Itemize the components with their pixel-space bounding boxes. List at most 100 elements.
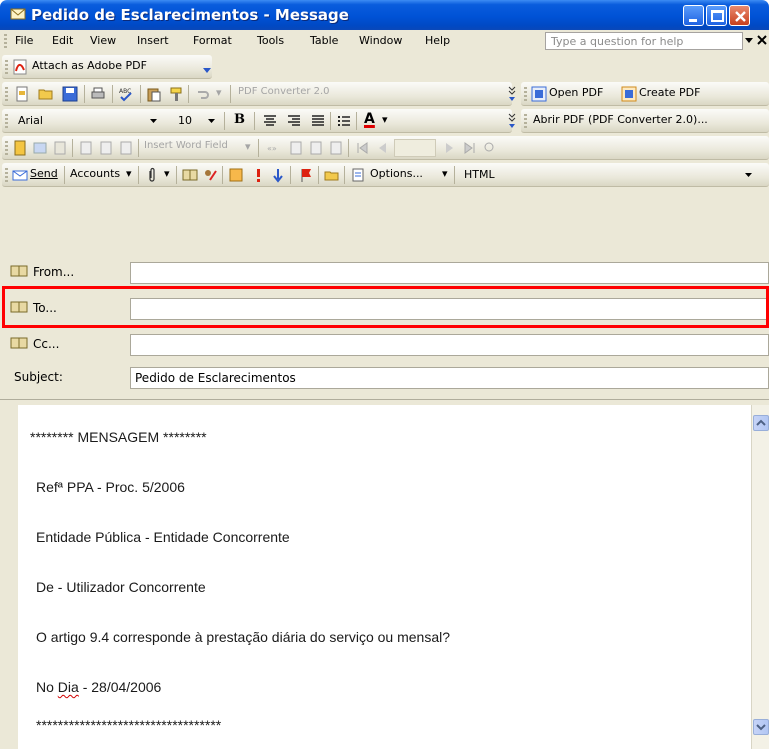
separator <box>222 166 223 184</box>
insert-address-icon[interactable] <box>78 140 94 156</box>
highlight-fields-icon[interactable] <box>288 140 304 156</box>
address-book-icon[interactable] <box>182 167 198 183</box>
chevron-down-icon[interactable] <box>742 168 755 182</box>
toolbar-grip[interactable] <box>5 87 8 101</box>
address-book-icon <box>10 265 28 277</box>
open-folder-icon[interactable] <box>38 86 54 102</box>
font-color-dropdown[interactable]: ▾ <box>382 113 388 126</box>
menu-format[interactable]: Format <box>193 34 232 47</box>
help-search-input[interactable]: Type a question for help <box>545 32 743 50</box>
previous-record-icon[interactable] <box>374 140 390 156</box>
menu-file[interactable]: File <box>15 34 33 47</box>
scroll-up-button[interactable] <box>753 415 769 431</box>
from-field[interactable] <box>130 262 769 284</box>
view-merged-icon[interactable]: «» <box>266 140 282 156</box>
maximize-button[interactable] <box>706 5 727 26</box>
cc-field[interactable] <box>130 334 769 356</box>
chevron-down-icon[interactable] <box>147 114 160 128</box>
toolbar-grip[interactable] <box>524 114 527 128</box>
toolbar-grip[interactable] <box>5 168 8 182</box>
insert-greeting-icon[interactable] <box>98 140 114 156</box>
attach-adobe-pdf-button[interactable]: Attach as Adobe PDF <box>32 59 147 72</box>
align-right-icon[interactable] <box>286 113 302 129</box>
insert-merge-icon[interactable] <box>118 140 134 156</box>
insert-word-field-button[interactable]: Insert Word Field <box>144 140 228 151</box>
last-record-icon[interactable] <box>462 140 478 156</box>
toolbar-grip[interactable] <box>5 114 8 128</box>
justify-icon[interactable] <box>310 113 326 129</box>
check-names-icon[interactable] <box>202 167 218 183</box>
print-icon[interactable] <box>90 86 106 102</box>
options-icon[interactable] <box>228 167 244 183</box>
close-document-icon[interactable] <box>757 35 767 45</box>
options-button[interactable]: Options... <box>370 167 423 180</box>
options-doc-icon[interactable] <box>350 167 366 183</box>
send-button[interactable]: Send <box>30 167 58 180</box>
match-fields-icon[interactable] <box>308 140 324 156</box>
menu-edit[interactable]: Edit <box>52 34 73 47</box>
menu-window[interactable]: Window <box>359 34 402 47</box>
align-center-icon[interactable] <box>262 113 278 129</box>
open-pdf-icon[interactable] <box>531 86 547 102</box>
bold-button[interactable]: B <box>234 112 245 127</box>
recipients-icon[interactable] <box>32 140 48 156</box>
attach-dropdown[interactable]: ▾ <box>164 167 170 180</box>
pdf-converter-button[interactable]: PDF Converter 2.0 <box>238 86 330 97</box>
paperclip-icon[interactable] <box>144 167 160 183</box>
create-pdf-icon[interactable] <box>621 86 637 102</box>
importance-low-icon[interactable] <box>270 167 286 183</box>
toolbar-options-icon[interactable] <box>203 64 211 74</box>
send-icon[interactable] <box>12 167 28 183</box>
insert-word-field-dropdown[interactable]: ▾ <box>245 140 251 153</box>
misspelled-word[interactable]: Dia <box>58 679 79 695</box>
main-document-icon[interactable] <box>12 140 28 156</box>
menu-help[interactable]: Help <box>425 34 450 47</box>
toolbar-grip[interactable] <box>5 141 8 155</box>
chevron-down-icon[interactable] <box>205 114 218 128</box>
toolbar-grip[interactable] <box>5 60 8 74</box>
insert-file-icon[interactable] <box>324 167 340 183</box>
format-painter-icon[interactable] <box>168 86 184 102</box>
font-size-combo[interactable]: 10 <box>174 112 220 130</box>
next-record-icon[interactable] <box>442 140 458 156</box>
toolbar-grip[interactable] <box>524 87 527 101</box>
bullets-icon[interactable] <box>336 113 352 129</box>
record-number-field[interactable] <box>394 139 436 157</box>
spelling-icon[interactable]: ABC <box>118 86 134 102</box>
paste-icon[interactable] <box>146 86 162 102</box>
minimize-button[interactable] <box>683 5 704 26</box>
toolbar-chevron-icon[interactable] <box>508 85 516 103</box>
find-entry-icon[interactable] <box>482 140 498 156</box>
first-record-icon[interactable] <box>354 140 370 156</box>
scroll-down-button[interactable] <box>753 719 769 735</box>
font-name-combo[interactable]: Arial <box>14 112 162 130</box>
vertical-scrollbar[interactable] <box>751 405 769 749</box>
message-format-combo[interactable]: HTML <box>460 166 760 184</box>
subject-field[interactable]: Pedido de Esclarecimentos <box>130 367 769 389</box>
menu-view[interactable]: View <box>90 34 116 47</box>
importance-high-icon[interactable] <box>250 167 266 183</box>
follow-up-flag-icon[interactable] <box>298 167 314 183</box>
font-color-button[interactable]: A <box>364 111 375 127</box>
undo-icon[interactable] <box>194 86 210 102</box>
create-pdf-button[interactable]: Create PDF <box>639 86 700 99</box>
new-icon[interactable] <box>14 86 30 102</box>
menu-tools[interactable]: Tools <box>257 34 284 47</box>
adobe-pdf-icon <box>13 59 27 75</box>
accounts-button[interactable]: Accounts <box>70 167 120 180</box>
menu-insert[interactable]: Insert <box>137 34 169 47</box>
message-body[interactable]: ******** MENSAGEM ******** Refª PPA - Pr… <box>18 405 751 749</box>
options-dropdown[interactable]: ▾ <box>442 167 448 180</box>
save-icon[interactable] <box>62 86 78 102</box>
edit-list-icon[interactable] <box>52 140 68 156</box>
accounts-dropdown[interactable]: ▾ <box>126 167 132 180</box>
toolbar-chevron-icon[interactable] <box>508 112 516 130</box>
toolbar-grip[interactable] <box>4 34 7 48</box>
abrir-pdf-button[interactable]: Abrir PDF (PDF Converter 2.0)... <box>533 113 708 126</box>
propagate-labels-icon[interactable] <box>328 140 344 156</box>
close-button[interactable] <box>729 5 750 26</box>
open-pdf-button[interactable]: Open PDF <box>549 86 603 99</box>
menu-table[interactable]: Table <box>310 34 338 47</box>
chevron-down-icon[interactable] <box>745 38 753 44</box>
undo-dropdown[interactable]: ▾ <box>216 86 222 99</box>
